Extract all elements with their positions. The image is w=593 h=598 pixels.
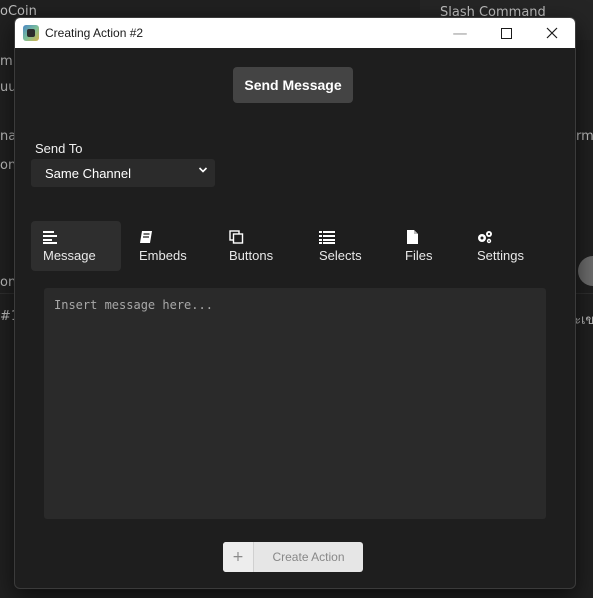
tab-label: Selects bbox=[319, 247, 362, 263]
tab-message[interactable]: Message bbox=[31, 221, 121, 271]
tab-label: Settings bbox=[477, 247, 524, 263]
tab-buttons[interactable]: Buttons bbox=[217, 221, 301, 271]
background-text: rmis bbox=[576, 129, 593, 144]
maximize-button[interactable] bbox=[483, 18, 529, 48]
send-to-value: Same Channel bbox=[45, 165, 131, 181]
tab-selects[interactable]: Selects bbox=[307, 221, 383, 271]
create-action-button[interactable]: + Create Action bbox=[223, 542, 363, 572]
create-action-label: Create Action bbox=[272, 550, 345, 564]
tab-label: Message bbox=[43, 247, 96, 263]
close-icon bbox=[546, 27, 558, 39]
book-icon bbox=[140, 230, 152, 243]
background-text: ะเข bbox=[574, 313, 593, 328]
plus-icon: + bbox=[223, 542, 254, 572]
creating-action-window: Creating Action #2 — Send Message Send T… bbox=[14, 17, 576, 589]
tab-label: Files bbox=[405, 247, 433, 263]
gears-icon bbox=[478, 230, 492, 243]
tab-settings[interactable]: Settings bbox=[465, 221, 549, 271]
title-bar[interactable]: Creating Action #2 — bbox=[15, 18, 575, 48]
send-message-button[interactable]: Send Message bbox=[233, 67, 353, 103]
tab-label: Buttons bbox=[229, 247, 274, 263]
file-icon bbox=[407, 229, 418, 244]
message-input[interactable] bbox=[44, 288, 546, 519]
close-button[interactable] bbox=[529, 18, 575, 48]
window-title: Creating Action #2 bbox=[45, 26, 144, 40]
send-to-select[interactable]: Same Channel bbox=[31, 159, 215, 187]
align-left-icon bbox=[43, 230, 57, 244]
tab-files[interactable]: Files bbox=[393, 221, 455, 271]
minimize-button[interactable]: — bbox=[437, 18, 483, 48]
chevron-down-icon bbox=[198, 167, 208, 173]
maximize-icon bbox=[500, 27, 512, 39]
background-avatar bbox=[578, 256, 593, 286]
tab-label: Embeds bbox=[139, 247, 187, 263]
send-to-label: Send To bbox=[35, 141, 83, 156]
copy-icon bbox=[229, 229, 244, 244]
app-icon bbox=[23, 25, 39, 41]
list-icon bbox=[319, 230, 335, 244]
action-tabs: Message Embeds Buttons Selects Files Set… bbox=[31, 221, 551, 271]
background-text: m bbox=[0, 54, 13, 69]
tab-embeds[interactable]: Embeds bbox=[127, 221, 211, 271]
